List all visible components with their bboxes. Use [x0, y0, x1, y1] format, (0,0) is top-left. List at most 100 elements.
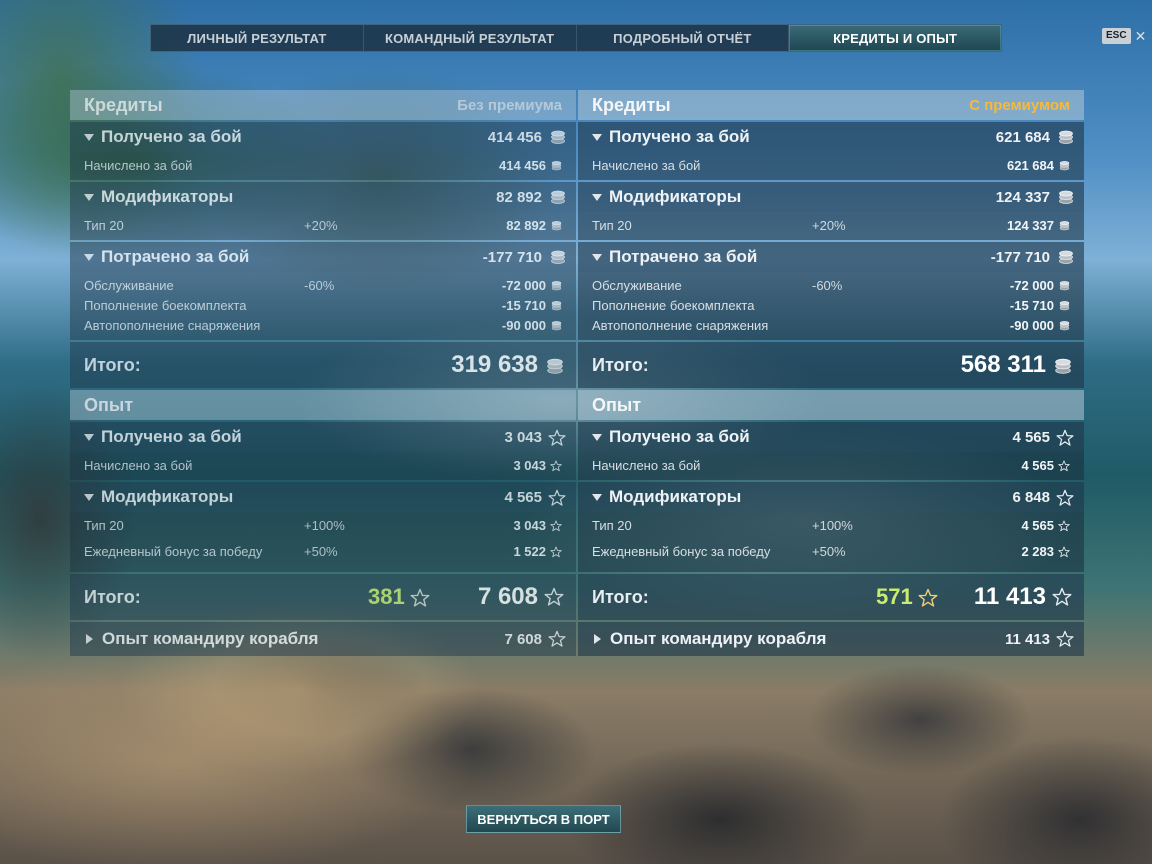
row-value: 1 522 [513, 543, 546, 559]
row-percent: +50% [304, 543, 338, 559]
premium-label: С премиумом [969, 96, 1070, 114]
xp-modifiers-section[interactable]: Модификаторы 4 565 [70, 482, 576, 512]
close-icon: ✕ [1134, 28, 1147, 44]
xp-modifiers-rows: Тип 20 +100% 3 043 Ежедневный бонус за п… [70, 512, 576, 572]
tab-credits-and-xp[interactable]: КРЕДИТЫ И ОПЫТ [789, 25, 1001, 51]
section-label: Потрачено за бой [609, 247, 758, 266]
row-label: Начислено за бой [592, 457, 701, 473]
list-item: Начислено за бой 621 684 [578, 155, 1084, 175]
return-to-port-button[interactable]: ВЕРНУТЬСЯ В ПОРТ [466, 805, 621, 833]
section-label: Получено за бой [609, 127, 750, 146]
no-premium-label: Без премиума [457, 96, 562, 114]
star-icon [1056, 489, 1074, 507]
collapse-icon [84, 493, 94, 501]
row-value: 2 283 [1021, 543, 1054, 559]
coin-icon [551, 320, 562, 331]
credits-modifiers-section[interactable]: Модификаторы 82 892 [70, 182, 576, 212]
star-icon [1056, 429, 1074, 447]
tab-personal-result[interactable]: ЛИЧНЫЙ РЕЗУЛЬТАТ [151, 25, 364, 51]
tab-team-result[interactable]: КОМАНДНЫЙ РЕЗУЛЬТАТ [363, 25, 577, 51]
close-button[interactable]: ESC ✕ [1102, 28, 1146, 44]
credits-title: Кредиты [84, 94, 163, 115]
collapse-icon [84, 133, 94, 141]
tab-detailed-report[interactable]: ПОДРОБНЫЙ ОТЧЁТ [576, 25, 790, 51]
list-item: Ежедневный бонус за победу +50% 2 283 [578, 535, 1084, 567]
section-value: 4 565 [504, 488, 542, 506]
xp-earned-section[interactable]: Получено за бой 3 043 [70, 422, 576, 452]
credits-earned-section[interactable]: Получено за бой 414 456 [70, 122, 576, 152]
section-value: 6 848 [1012, 488, 1050, 506]
row-label: Пополнение боекомплекта [592, 297, 755, 313]
expand-icon [594, 634, 601, 644]
xp-title: Опыт [592, 394, 642, 415]
row-label: Начислено за бой [84, 157, 193, 173]
coin-icon [1058, 189, 1074, 205]
list-item: Тип 20 +100% 3 043 [70, 515, 576, 535]
section-label: Потрачено за бой [101, 247, 250, 266]
coin-icon [1058, 249, 1074, 265]
list-item: Автопополнение снаряжения -90 000 [578, 315, 1084, 335]
row-label: Начислено за бой [592, 157, 701, 173]
total-label: Итого: [84, 586, 141, 607]
xp-earned-rows: Начислено за бой 3 043 [70, 452, 576, 480]
row-value: 621 684 [1007, 157, 1054, 173]
star-icon [550, 460, 562, 472]
list-item: Обслуживание -60% -72 000 [70, 275, 576, 295]
no-premium-panel: Кредиты Без премиума Получено за бой 414… [70, 90, 576, 656]
total-label: Итого: [84, 354, 141, 375]
star-icon [1058, 520, 1070, 532]
row-label: Обслуживание [84, 277, 174, 293]
section-label: Модификаторы [609, 487, 742, 506]
credits-modifiers-section[interactable]: Модификаторы 124 337 [578, 182, 1084, 212]
coin-icon [546, 357, 564, 375]
xp-earned-section[interactable]: Получено за бой 4 565 [578, 422, 1084, 452]
coin-icon [1059, 300, 1070, 311]
section-label: Опыт командиру корабля [610, 629, 827, 648]
collapse-icon [84, 253, 94, 261]
commander-xp-section[interactable]: Опыт командиру корабля 7 608 [70, 622, 576, 656]
xp-modifiers-section[interactable]: Модификаторы 6 848 [578, 482, 1084, 512]
collapse-icon [592, 193, 602, 201]
list-item: Начислено за бой 4 565 [578, 455, 1084, 475]
bonus-xp-value: 381 [368, 584, 405, 609]
total-label: Итого: [592, 354, 649, 375]
row-value: 4 565 [1021, 517, 1054, 533]
coin-icon [1059, 220, 1070, 231]
section-value: 82 892 [496, 188, 542, 206]
credits-earned-section[interactable]: Получено за бой 621 684 [578, 122, 1084, 152]
total-value: 7 608 [477, 583, 538, 610]
esc-key-icon: ESC [1102, 28, 1131, 44]
list-item: Тип 20 +20% 82 892 [70, 215, 576, 235]
commander-xp-section[interactable]: Опыт командиру корабля 11 413 [578, 622, 1084, 656]
row-value: 82 892 [506, 217, 546, 233]
collapse-icon [592, 133, 602, 141]
section-value: 7 608 [504, 630, 542, 648]
row-value: 124 337 [1007, 217, 1054, 233]
section-value: 414 456 [487, 128, 542, 146]
section-value: 4 565 [1012, 428, 1050, 446]
credits-modifiers-rows: Тип 20 +20% 124 337 [578, 212, 1084, 240]
xp-modifiers-rows: Тип 20 +100% 4 565 Ежедневный бонус за п… [578, 512, 1084, 572]
collapse-icon [592, 433, 602, 441]
star-icon [1056, 630, 1074, 648]
list-item: Пополнение боекомплекта -15 710 [578, 295, 1084, 315]
credits-spent-section[interactable]: Потрачено за бой -177 710 [70, 242, 576, 272]
star-icon [548, 489, 566, 507]
row-label: Тип 20 [84, 217, 124, 233]
credits-spent-section[interactable]: Потрачено за бой -177 710 [578, 242, 1084, 272]
coin-icon [1059, 320, 1070, 331]
row-percent: +20% [304, 217, 338, 233]
section-value: 3 043 [504, 428, 542, 446]
section-value: -177 710 [990, 248, 1050, 266]
coin-icon [551, 280, 562, 291]
xp-total: Итого: 381 7 608 [70, 574, 576, 620]
credits-modifiers-rows: Тип 20 +20% 82 892 [70, 212, 576, 240]
star-icon [544, 587, 564, 607]
row-percent: +100% [812, 517, 853, 533]
credits-spent-rows: Обслуживание -60% -72 000 Пополнение бое… [578, 272, 1084, 340]
star-icon [550, 520, 562, 532]
star-icon [550, 546, 562, 558]
section-label: Опыт командиру корабля [102, 629, 319, 648]
row-percent: +100% [304, 517, 345, 533]
list-item: Начислено за бой 414 456 [70, 155, 576, 175]
